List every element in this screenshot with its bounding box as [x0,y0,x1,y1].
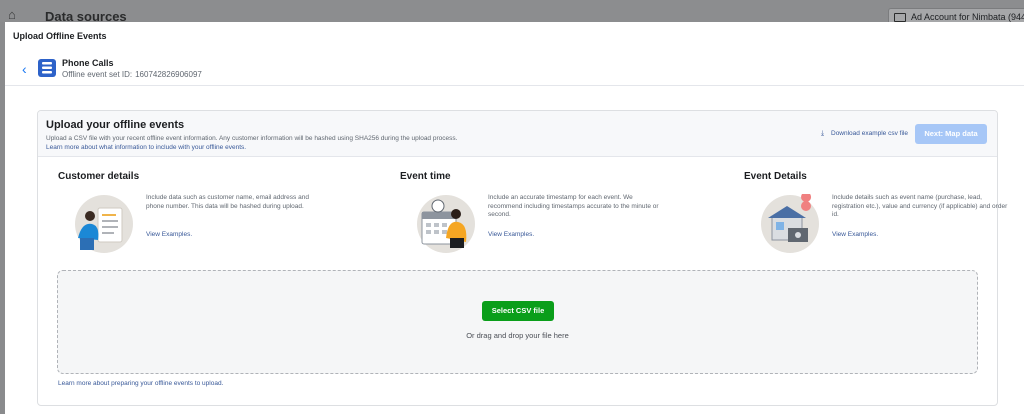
column-title: Customer details [58,171,140,182]
customer-details-illustration-icon [75,195,133,253]
column-title: Event Details [744,171,807,182]
view-examples-link[interactable]: View Examples. [146,231,192,238]
select-csv-file-button[interactable]: Select CSV file [482,301,554,321]
event-details-column: Event Details Include details such as ev… [744,171,1007,264]
column-title: Event time [400,171,451,182]
event-set-id-value: 160742826906097 [135,70,202,79]
event-set-name: Phone Calls [62,58,114,68]
event-time-column: Event time Include an accurate timestamp… [400,171,660,264]
background-header: ⌂ Data sources Ad Account for Nimbata (9… [0,0,1024,26]
learn-more-preparing-link[interactable]: Learn more about preparing your offline … [58,380,223,387]
event-time-illustration-icon [417,195,475,253]
download-example-label: Download example csv file [831,130,908,137]
event-set-id-label: Offline event set ID: [62,70,133,79]
view-examples-link[interactable]: View Examples. [488,231,534,238]
view-examples-link[interactable]: View Examples. [832,231,878,238]
upload-card-header: Upload your offline events Upload a CSV … [38,111,997,157]
back-chevron-icon[interactable]: ‹ [22,61,34,77]
home-icon: ⌂ [8,7,16,22]
event-set-id: Offline event set ID: 160742826906097 [62,70,202,79]
upload-offline-events-modal: Upload Offline Events ‹ Phone Calls Offl… [5,22,1024,414]
column-description: Include data such as customer name, emai… [146,194,309,210]
next-map-data-button[interactable]: Next: Map data [915,124,987,144]
ad-account-label: Ad Account for Nimbata (94433 [911,12,1024,22]
event-details-illustration-icon [761,194,819,253]
column-description: Include details such as event name (purc… [832,194,1008,218]
csv-dropzone[interactable]: Select CSV file Or drag and drop your fi… [57,270,978,374]
upload-card: Upload your offline events Upload a CSV … [37,110,1007,406]
upload-card-description: Upload a CSV file with your recent offli… [46,135,458,142]
learn-more-link[interactable]: Learn more about what information to inc… [46,144,246,151]
dropzone-hint: Or drag and drop your file here [466,331,569,340]
download-example-link[interactable]: ⤓ Download example csv file [821,130,908,138]
event-set-icon [38,59,56,77]
column-description: Include an accurate timestamp for each e… [488,194,659,218]
upload-card-title: Upload your offline events [46,119,185,131]
header-divider [5,85,1024,86]
modal-title: Upload Offline Events [13,31,107,41]
download-icon: ⤓ [821,130,825,137]
customer-details-column: Customer details Include data such as cu… [58,171,318,264]
ad-account-icon [894,13,906,22]
